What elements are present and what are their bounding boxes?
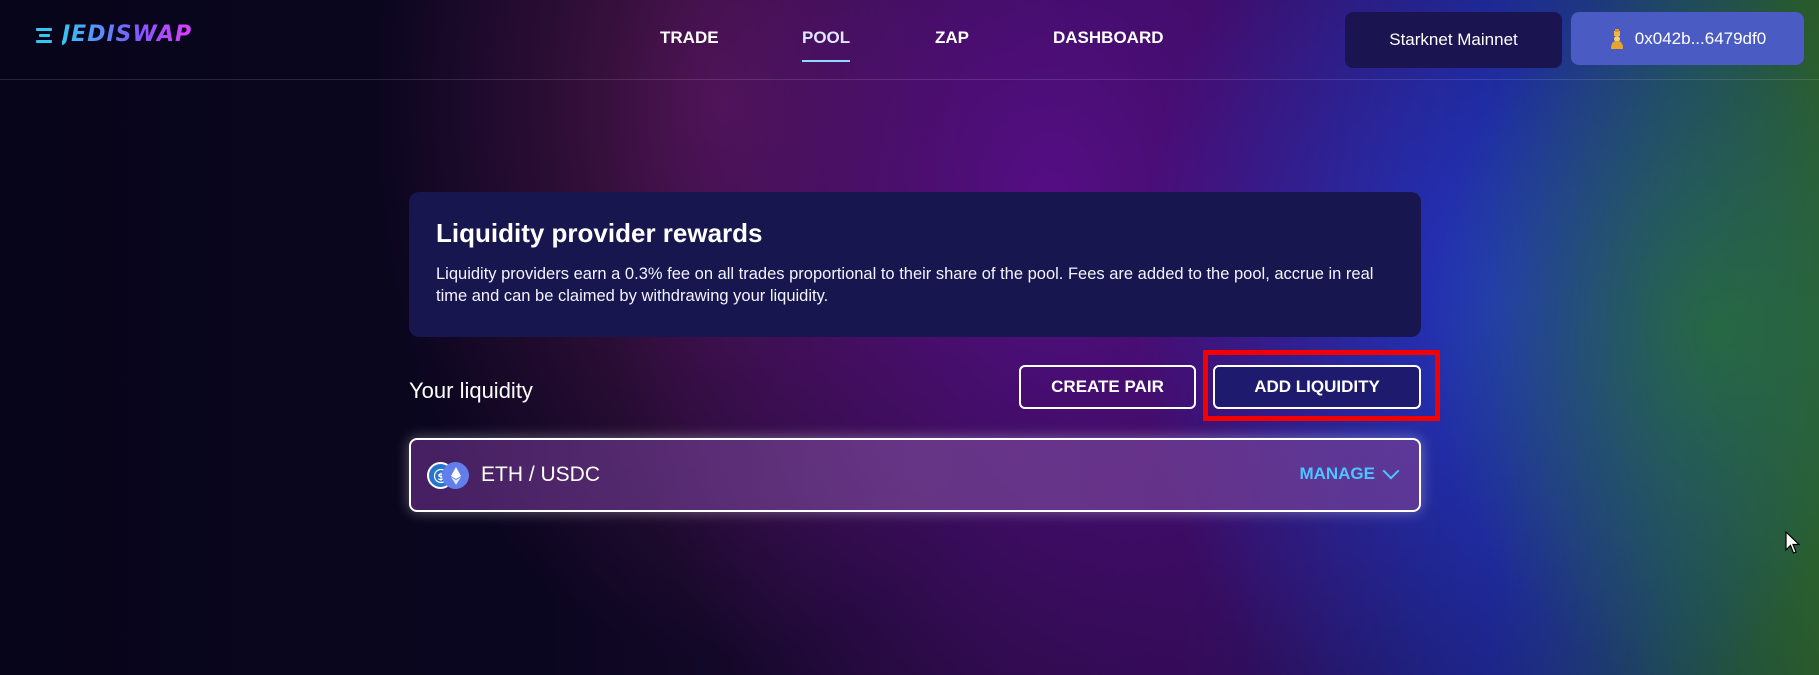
network-label: Starknet Mainnet <box>1389 30 1518 49</box>
logo-mark-icon <box>36 26 58 44</box>
rewards-card: Liquidity provider rewards Liquidity pro… <box>409 192 1421 337</box>
wallet-avatar-icon <box>1609 28 1625 49</box>
nav-dashboard[interactable]: DASHBOARD <box>1053 28 1164 48</box>
nav-pool[interactable]: POOL <box>802 28 851 62</box>
jediswap-logo[interactable]: JEDISWAP <box>36 22 192 47</box>
nav-trade[interactable]: TRADE <box>660 28 719 48</box>
manage-toggle[interactable]: MANAGE <box>1299 462 1400 484</box>
network-button[interactable]: Starknet Mainnet <box>1345 12 1562 68</box>
pair-name: ETH / USDC <box>481 463 601 486</box>
highlight-annotation <box>1203 350 1440 421</box>
rewards-title: Liquidity provider rewards <box>436 218 763 248</box>
wallet-address: 0x042b...6479df0 <box>1634 28 1767 48</box>
eth-icon <box>442 462 469 489</box>
rewards-description: Liquidity providers earn a 0.3% fee on a… <box>436 265 1374 305</box>
manage-label: MANAGE <box>1299 464 1375 483</box>
liquidity-pair-row[interactable]: $ ETH / USDC MANAGE <box>409 438 1421 512</box>
chevron-down-icon <box>1382 462 1400 480</box>
your-liquidity-heading: Your liquidity <box>409 378 533 403</box>
wallet-button[interactable]: 0x042b...6479df0 <box>1571 12 1804 65</box>
logo-text: JEDISWAP <box>62 22 193 47</box>
nav-zap[interactable]: ZAP <box>935 28 969 48</box>
pair-token-icons: $ <box>427 460 475 490</box>
top-header: JEDISWAP TRADE POOL ZAP DASHBOARD Starkn… <box>0 0 1819 80</box>
create-pair-button[interactable]: CREATE PAIR <box>1019 365 1196 409</box>
